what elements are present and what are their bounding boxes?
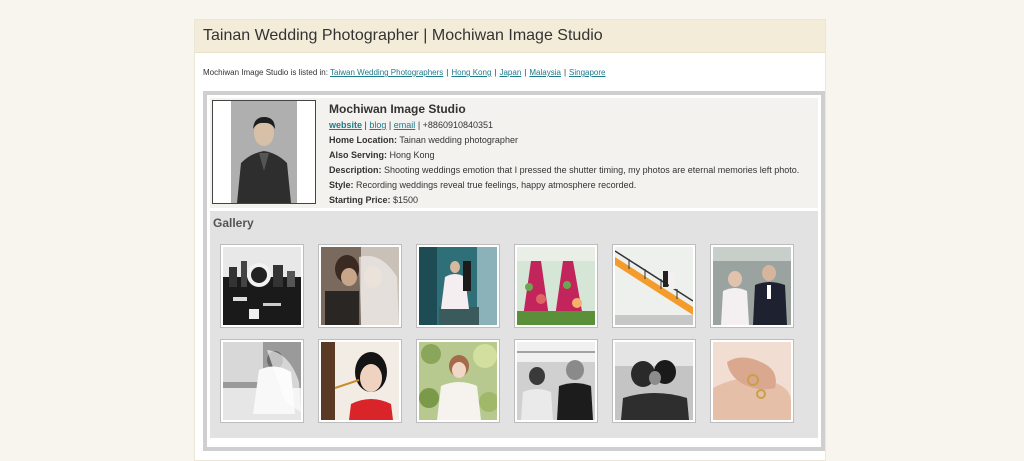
blog-link[interactable]: blog: [369, 120, 386, 130]
couple-portrait-photo: [713, 247, 791, 325]
gallery-thumb[interactable]: [416, 244, 500, 328]
bride-garden-photo: [419, 342, 497, 420]
description-row: Description: Shooting weddings emotion t…: [329, 163, 812, 178]
email-link[interactable]: email: [394, 120, 416, 130]
separator: |: [563, 68, 567, 77]
home-location-label: Home Location:: [329, 135, 398, 145]
separator: |: [417, 120, 421, 130]
separator: |: [494, 68, 497, 77]
profile-section: Mochiwan Image Studio website | blog | e…: [210, 98, 818, 208]
listing-line: Mochiwan Image Studio is listed in: Taiw…: [195, 53, 825, 79]
home-location-value: Tainan wedding photographer: [399, 135, 518, 145]
floral-dresses-photo: [517, 247, 595, 325]
profile-photo: [212, 100, 316, 204]
couple-staircase-photo: [615, 247, 693, 325]
studio-card: Mochiwan Image Studio website | blog | e…: [203, 91, 825, 451]
gallery-thumb[interactable]: [710, 339, 794, 423]
bride-stairs-photo: [419, 247, 497, 325]
description-value: Shooting weddings emotion that I pressed…: [384, 165, 800, 175]
style-value: Recording weddings reveal true feelings,…: [356, 180, 637, 190]
style-row: Style: Recording weddings reveal true fe…: [329, 178, 812, 193]
website-link[interactable]: website: [329, 120, 362, 130]
gallery-thumb[interactable]: [416, 339, 500, 423]
gallery-thumb[interactable]: [318, 244, 402, 328]
separator: |: [524, 68, 527, 77]
contact-links: website | blog | email | +8860910840351: [329, 118, 812, 133]
page-container: Tainan Wedding Photographer | Mochiwan I…: [194, 19, 826, 461]
gallery-thumb[interactable]: [318, 339, 402, 423]
phone-number: +8860910840351: [422, 120, 493, 130]
price-label: Starting Price:: [329, 195, 391, 205]
separator: |: [388, 120, 392, 130]
also-serving-value: Hong Kong: [389, 150, 435, 160]
bw-guests-photo: [517, 342, 595, 420]
bride-makeup-photo: [321, 342, 399, 420]
gallery-thumb[interactable]: [612, 339, 696, 423]
link-singapore[interactable]: Singapore: [569, 68, 605, 77]
price-row: Starting Price: $1500: [329, 193, 812, 208]
bride-veil-photo: [321, 247, 399, 325]
bride-bedroom-photo: [223, 342, 301, 420]
gallery-thumb[interactable]: [220, 339, 304, 423]
profile-info: Mochiwan Image Studio website | blog | e…: [329, 101, 812, 208]
gallery-title: Gallery: [213, 216, 254, 230]
separator: |: [364, 120, 367, 130]
also-serving-label: Also Serving:: [329, 150, 388, 160]
wedding-rings-photo: [713, 342, 791, 420]
gallery-thumb[interactable]: [612, 244, 696, 328]
link-japan[interactable]: Japan: [499, 68, 521, 77]
separator: |: [446, 68, 449, 77]
bw-city-couple-photo: [223, 247, 301, 325]
studio-name: Mochiwan Image Studio: [329, 102, 466, 116]
photographer-portrait-image: [231, 101, 297, 203]
gallery-thumb[interactable]: [514, 339, 598, 423]
price-value: $1500: [393, 195, 419, 205]
link-taiwan[interactable]: Taiwan Wedding Photographers: [330, 68, 443, 77]
description-label: Description:: [329, 165, 382, 175]
link-hong-kong[interactable]: Hong Kong: [451, 68, 491, 77]
listing-prefix: Mochiwan Image Studio is listed in:: [203, 68, 328, 77]
also-serving-row: Also Serving: Hong Kong: [329, 148, 812, 163]
home-location-row: Home Location: Tainan wedding photograph…: [329, 133, 812, 148]
gallery-section: Gallery: [210, 211, 818, 438]
style-label: Style:: [329, 180, 354, 190]
page-title: Tainan Wedding Photographer | Mochiwan I…: [203, 27, 603, 44]
gallery-thumb[interactable]: [220, 244, 304, 328]
gallery-grid: [220, 244, 794, 423]
title-bar: Tainan Wedding Photographer | Mochiwan I…: [195, 20, 825, 53]
link-malaysia[interactable]: Malaysia: [529, 68, 561, 77]
gallery-thumb[interactable]: [514, 244, 598, 328]
bw-couple-kiss-photo: [615, 342, 693, 420]
gallery-thumb[interactable]: [710, 244, 794, 328]
